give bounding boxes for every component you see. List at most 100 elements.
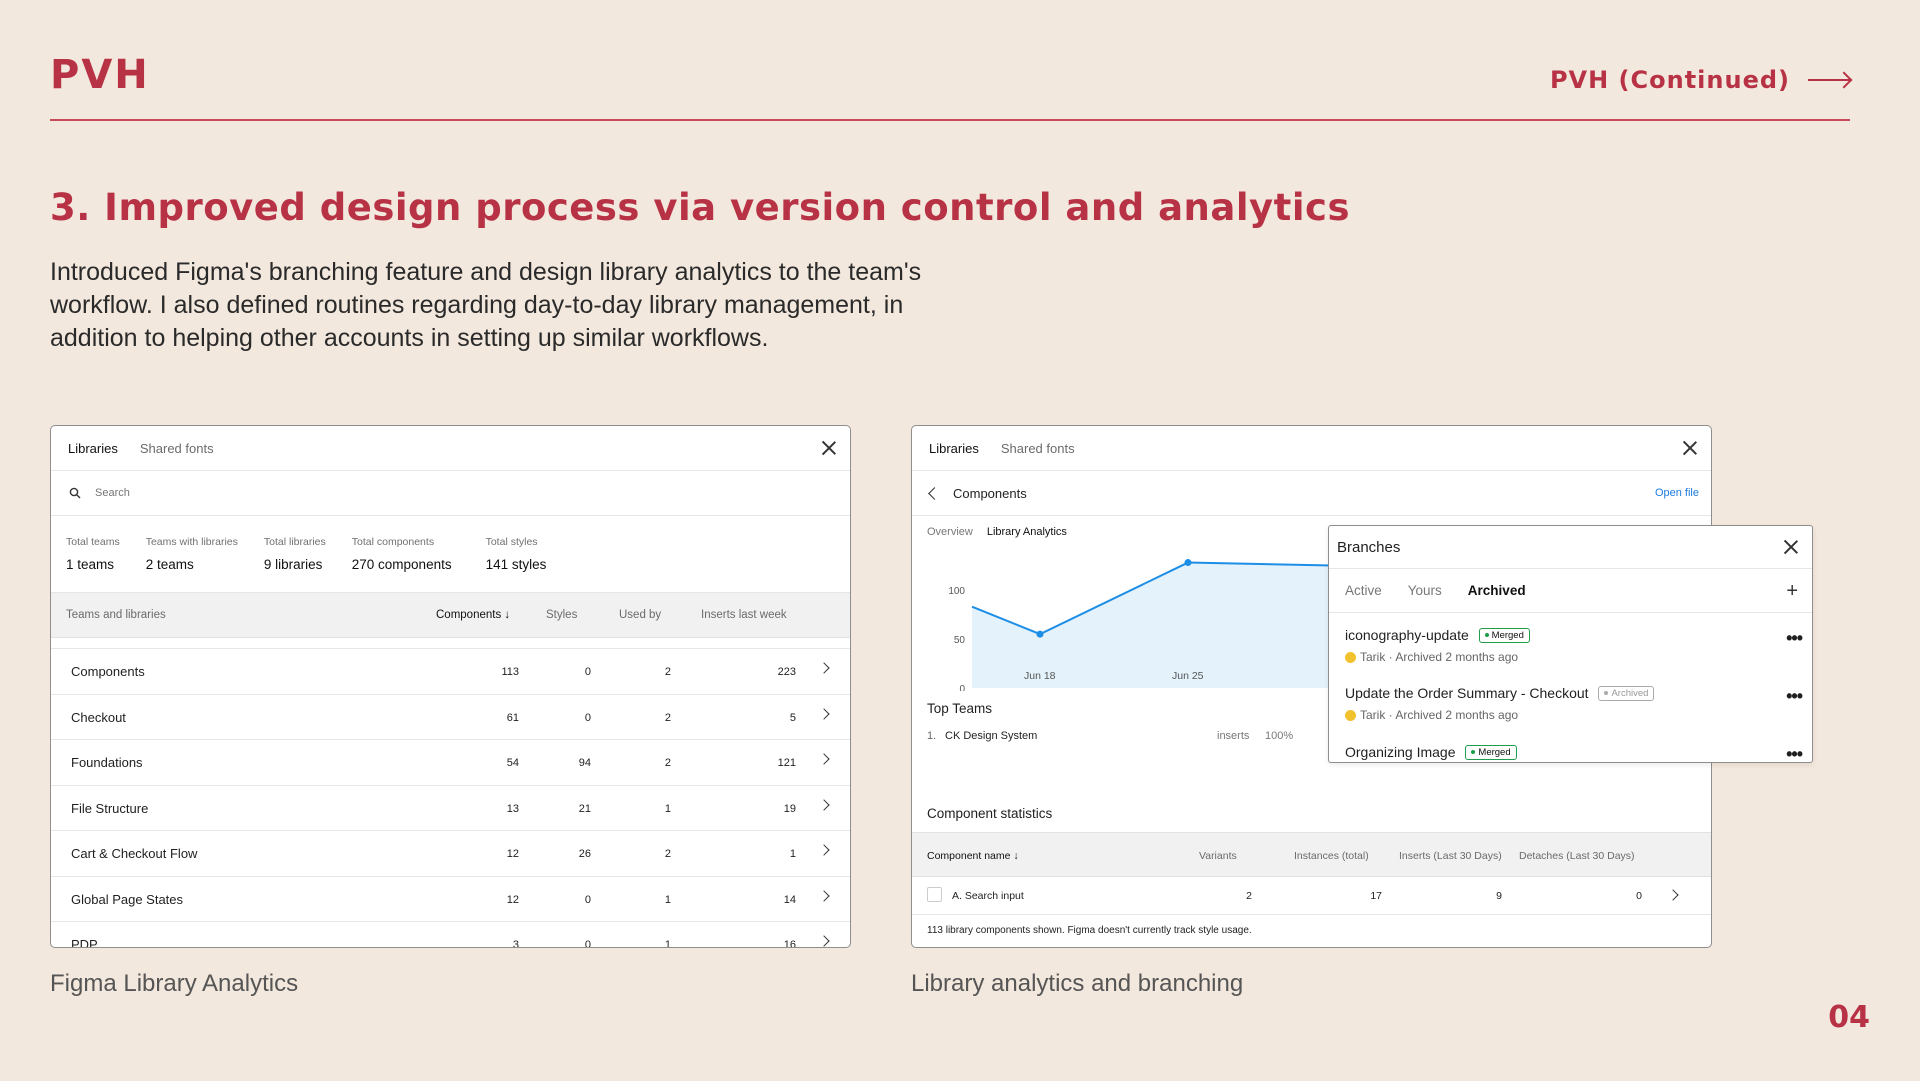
inserts-count: 1 xyxy=(789,848,796,860)
open-file-link[interactable]: Open file xyxy=(1655,487,1699,499)
chevron-right-icon[interactable] xyxy=(818,889,830,902)
col-used-by[interactable]: Used by xyxy=(619,609,661,621)
close-icon[interactable] xyxy=(1681,439,1699,457)
inserts-count: 16 xyxy=(783,939,796,948)
col-component-name[interactable]: Component name ↓ xyxy=(927,850,1019,862)
badge-label: Merged xyxy=(1491,630,1524,641)
next-page-label: PVH (Continued) xyxy=(1549,66,1790,94)
chevron-right-icon[interactable] xyxy=(818,844,830,856)
search-icon xyxy=(69,487,81,499)
panel-tabs: Libraries Shared fonts xyxy=(51,426,850,471)
components-count: 113 xyxy=(501,666,519,678)
plus-icon[interactable]: + xyxy=(1786,580,1798,603)
instances-value: 17 xyxy=(1370,890,1382,902)
more-options-icon[interactable]: ••• xyxy=(1786,628,1803,649)
col-inserts-last-week[interactable]: Inserts last week xyxy=(701,609,787,621)
table-row[interactable]: Components 113 0 2 223 xyxy=(51,649,850,695)
col-instances[interactable]: Instances (total) xyxy=(1294,850,1369,862)
table-row[interactable]: Global Page States 12 0 1 14 xyxy=(51,877,850,922)
used-by-count: 1 xyxy=(664,893,671,906)
status-badge: Merged xyxy=(1478,628,1530,643)
row-checkbox[interactable] xyxy=(927,887,942,902)
libraries-panel: Libraries Shared fonts Total teams 1 team… xyxy=(50,425,851,948)
branch-item[interactable]: iconography-update Merged xyxy=(1345,627,1530,643)
components-count: 3 xyxy=(512,939,519,948)
table-row[interactable]: PDP 3 0 1 16 xyxy=(51,922,850,948)
stat-label: Total components xyxy=(351,536,435,548)
caption-left: Figma Library Analytics xyxy=(50,970,299,997)
styles-count: 0 xyxy=(584,666,591,678)
tab-library-analytics[interactable]: Library Analytics xyxy=(987,526,1067,538)
styles-count: 26 xyxy=(578,848,591,860)
team-metric: inserts xyxy=(1217,730,1250,742)
tab-archived[interactable]: Archived xyxy=(1468,583,1526,598)
table-row[interactable]: Foundations 54 94 2 121 xyxy=(51,740,850,786)
more-options-icon[interactable]: ••• xyxy=(1786,744,1803,762)
search-input[interactable] xyxy=(95,487,495,499)
table-header: Teams and libraries Components ↓ Styles … xyxy=(51,593,850,638)
tab-shared-fonts[interactable]: Shared fonts xyxy=(140,441,214,456)
badge-dot xyxy=(1471,750,1476,754)
close-icon[interactable] xyxy=(820,439,838,457)
table-spacer xyxy=(51,638,850,649)
component-name: A. Search input xyxy=(952,890,1024,902)
stat-label: Total teams xyxy=(66,536,120,548)
stat-total-styles: Total styles 141 styles xyxy=(486,536,547,592)
styles-count: 94 xyxy=(578,757,591,769)
used-by-count: 1 xyxy=(664,939,671,948)
components-count: 61 xyxy=(506,711,519,724)
branch-item[interactable]: Update the Order Summary - Checkout Arch… xyxy=(1345,685,1655,701)
more-options-icon[interactable]: ••• xyxy=(1786,686,1803,707)
badge-dot xyxy=(1484,633,1489,637)
chevron-right-icon[interactable] xyxy=(1667,889,1679,901)
col-teams-and-libraries[interactable]: Teams and libraries xyxy=(66,609,166,621)
stat-label: Total styles xyxy=(485,536,538,548)
branch-name: iconography-update xyxy=(1345,627,1469,643)
branch-meta-text: Tarik · Archived 2 months ago xyxy=(1360,650,1519,664)
col-components[interactable]: Components ↓ xyxy=(436,609,510,621)
components-header: Components Open file xyxy=(912,471,1711,516)
branches-title: Branches xyxy=(1337,538,1401,556)
branch-name: Organizing Image xyxy=(1345,744,1456,760)
chevron-right-icon[interactable] xyxy=(818,798,830,811)
col-styles[interactable]: Styles xyxy=(546,609,577,621)
branches-tabs: Active Yours Archived + xyxy=(1329,569,1812,613)
tab-yours[interactable]: Yours xyxy=(1408,583,1442,598)
tab-libraries[interactable]: Libraries xyxy=(68,441,118,456)
avatar xyxy=(1345,651,1356,663)
branches-header: Branches xyxy=(1329,526,1812,569)
chevron-right-icon[interactable] xyxy=(818,707,830,720)
chevron-right-icon[interactable] xyxy=(818,662,830,674)
tab-overview[interactable]: Overview xyxy=(927,526,973,538)
team-percent: 100% xyxy=(1265,730,1294,742)
stat-value: 1 teams xyxy=(66,557,115,572)
component-table-header: Component name ↓ Variants Instances (tot… xyxy=(912,832,1711,877)
summary-stats: Total teams 1 teams Teams with libraries 2… xyxy=(51,516,850,593)
back-chevron-icon[interactable] xyxy=(928,486,941,500)
col-detaches-30d[interactable]: Detaches (Last 30 Days) xyxy=(1519,850,1635,862)
close-icon[interactable] xyxy=(1782,538,1800,556)
table-row[interactable]: Cart & Checkout Flow 12 26 2 1 xyxy=(51,831,850,877)
branch-item[interactable]: Organizing Image Merged xyxy=(1345,744,1517,760)
table-row[interactable]: Checkout 61 0 2 5 xyxy=(51,695,850,740)
chevron-right-icon[interactable] xyxy=(818,753,830,765)
col-inserts-30d[interactable]: Inserts (Last 30 Days) xyxy=(1399,850,1502,862)
col-variants[interactable]: Variants xyxy=(1199,850,1237,862)
tab-shared-fonts[interactable]: Shared fonts xyxy=(1001,441,1075,456)
branch-meta: Tarik · Archived 2 months ago xyxy=(1345,650,1518,664)
table-row[interactable]: A. Search input 2 17 9 0 xyxy=(912,877,1711,915)
used-by-count: 1 xyxy=(664,802,671,815)
chevron-right-icon[interactable] xyxy=(818,935,830,947)
library-name: Foundations xyxy=(71,755,143,770)
avatar xyxy=(1345,709,1356,721)
status-badge: Merged xyxy=(1465,745,1517,760)
stat-value: 2 teams xyxy=(145,557,194,572)
stat-value: 141 styles xyxy=(485,557,547,572)
next-page-link[interactable]: PVH (Continued) xyxy=(1550,66,1850,94)
table-row[interactable]: File Structure 13 21 1 19 xyxy=(51,786,850,831)
status-badge: Archived xyxy=(1598,686,1655,701)
x-tick-label: Jun 18 xyxy=(1024,670,1056,682)
tab-libraries[interactable]: Libraries xyxy=(929,441,979,456)
tab-active-branches[interactable]: Active xyxy=(1345,583,1382,598)
library-name: Cart & Checkout Flow xyxy=(71,846,198,861)
